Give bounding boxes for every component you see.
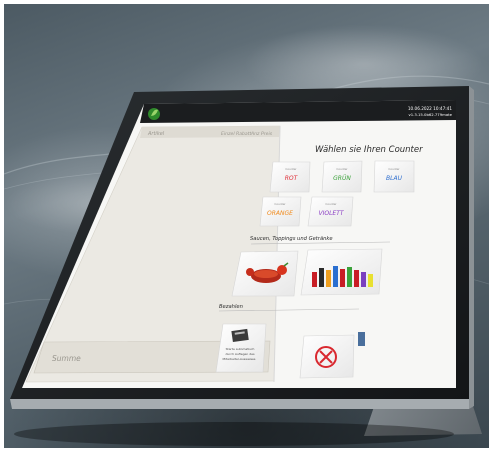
screen-text-layer: 10.06.2022 10:47:41 v1.3.15.0b62.779mate… (52, 106, 453, 363)
sum-label: Summe (52, 354, 81, 363)
card-text-3: Mitarbeiter-Ausweises (223, 357, 256, 361)
pay-heading: Bezahlen (219, 304, 243, 310)
card-text-2: durch Auflegen des (225, 352, 255, 356)
counter-heading: Wählen sie Ihren Counter (315, 145, 423, 155)
counter-name-gruen: GRÜN (333, 175, 351, 182)
cart-col-article: Artikel (147, 131, 165, 137)
counter-small-violett: Counter (325, 202, 337, 206)
counter-small-orange: Counter (274, 202, 286, 206)
cart-col-count: Anz (250, 131, 260, 137)
extras-heading: Saucen, Toppings und Getränke (250, 236, 333, 242)
card-text-1: Starte automatisch (226, 347, 255, 351)
counter-small-rot: Counter (285, 167, 297, 171)
counter-name-blau: BLAU (386, 175, 403, 182)
product-photo: 10.06.2022 10:47:41 v1.3.15.0b62.779mate… (4, 4, 489, 448)
counter-small-blau: Counter (388, 167, 400, 171)
counter-small-gruen: Counter (336, 167, 348, 171)
counter-name-rot: ROT (285, 175, 299, 182)
counter-name-orange: ORANGE (267, 210, 293, 217)
cart-col-price: Preis (261, 131, 273, 137)
status-version: v1.3.15.0b62.779mate (409, 112, 453, 117)
cart-col-discount: Rabatt (236, 131, 252, 137)
status-datetime: 10.06.2022 10:47:41 (408, 106, 452, 111)
cart-col-single: Einzel (221, 131, 235, 137)
counter-name-violett: VIOLETT (318, 210, 344, 217)
